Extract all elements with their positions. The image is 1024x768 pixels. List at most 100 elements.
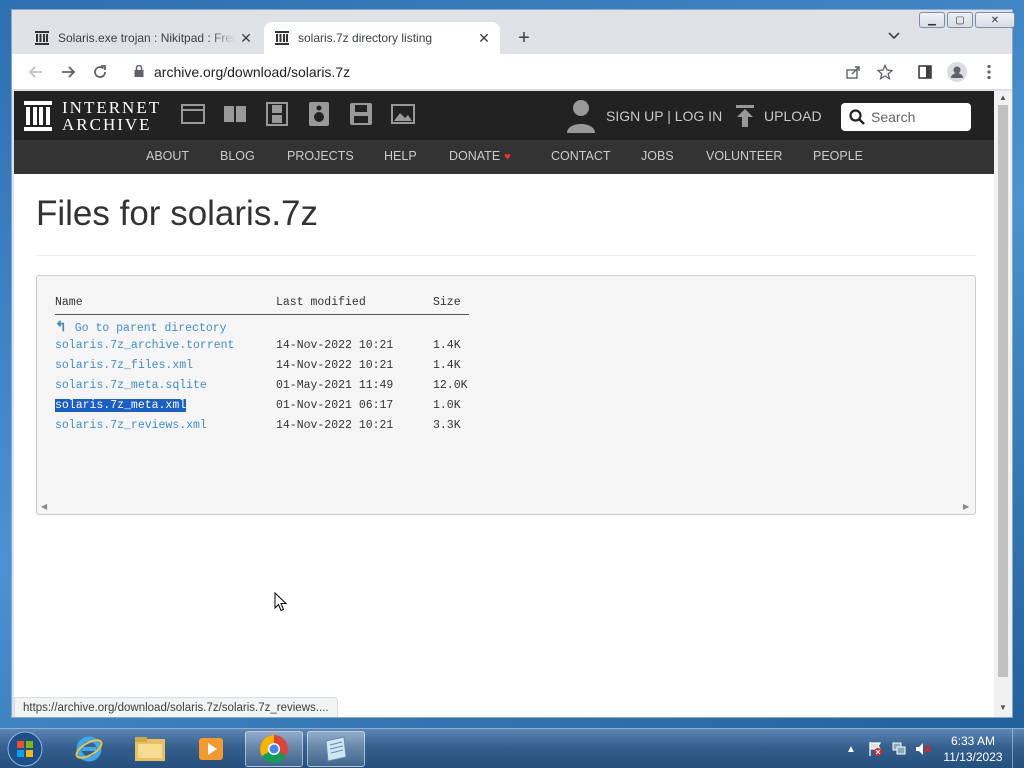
file-size: 3.3K xyxy=(433,419,461,432)
table-row: solaris.7z_meta.xml 01-Nov-2021 06:17 1.… xyxy=(55,396,469,416)
windows-orb-icon xyxy=(7,731,43,767)
show-hidden-icons-icon[interactable]: ▲ xyxy=(842,740,860,758)
back-arrow-icon[interactable] xyxy=(24,60,48,84)
scroll-down-arrow-icon[interactable]: ▼ xyxy=(998,703,1008,713)
search-input[interactable] xyxy=(871,109,966,125)
software-floppy-icon[interactable] xyxy=(348,101,374,127)
file-link-selected[interactable]: solaris.7z_meta.xml xyxy=(55,399,187,412)
nav-contact[interactable]: CONTACT xyxy=(551,149,611,163)
internet-archive-logo[interactable]: INTERNET ARCHIVE xyxy=(24,99,161,133)
file-link[interactable]: solaris.7z_reviews.xml xyxy=(55,419,207,432)
close-window-button[interactable]: ✕ xyxy=(975,12,1015,28)
folder-icon xyxy=(135,737,165,761)
taskbar-internet-explorer[interactable] xyxy=(60,731,118,767)
column-header-name[interactable]: Name xyxy=(55,294,276,315)
nav-people[interactable]: PEOPLE xyxy=(813,149,863,163)
bookmark-star-icon[interactable] xyxy=(873,60,897,84)
search-icon xyxy=(849,109,865,125)
ia-nav-bar: ABOUT BLOG PROJECTS HELP DONATE ♥ CONTACT… xyxy=(14,140,994,174)
reload-icon[interactable] xyxy=(88,60,112,84)
tab-solaris-listing[interactable]: solaris.7z directory listing ✕ xyxy=(264,22,500,54)
file-link[interactable]: solaris.7z_archive.torrent xyxy=(55,339,234,352)
profile-avatar-icon[interactable] xyxy=(945,60,969,84)
taskbar-file-explorer[interactable] xyxy=(121,731,179,767)
file-modified: 01-May-2021 11:49 xyxy=(276,379,394,392)
tab-nikitpad[interactable]: Solaris.exe trojan : Nikitpad : Free ✕ xyxy=(24,22,262,54)
nav-donate[interactable]: DONATE ♥ xyxy=(449,149,511,163)
tab-search-chevron-icon[interactable] xyxy=(884,26,904,46)
file-link[interactable]: solaris.7z_meta.sqlite xyxy=(55,379,207,392)
table-row: solaris.7z_files.xml 14-Nov-2022 10:21 1… xyxy=(55,356,469,376)
audio-speaker-icon[interactable] xyxy=(306,101,332,127)
new-tab-button[interactable]: + xyxy=(512,26,536,50)
ia-search-box[interactable] xyxy=(841,103,971,131)
media-type-icons xyxy=(180,101,432,127)
sign-in-area[interactable]: SIGN UP | LOG IN xyxy=(566,99,722,133)
scroll-left-arrow-icon[interactable]: ◀ xyxy=(41,502,47,511)
column-header-modified[interactable]: Last modified xyxy=(276,294,433,315)
scrollbar-thumb[interactable] xyxy=(998,105,1008,677)
ia-header: INTERNET ARCHIVE SIGN UP | LOG IN UPLOAD… xyxy=(14,91,994,140)
menu-kebab-icon[interactable] xyxy=(977,60,1001,84)
taskbar-chrome[interactable] xyxy=(245,731,303,767)
table-row: solaris.7z_meta.sqlite 01-May-2021 11:49… xyxy=(55,376,469,396)
tab-close-icon[interactable]: ✕ xyxy=(236,28,256,48)
nav-volunteer[interactable]: VOLUNTEER xyxy=(706,149,782,163)
archive-building-icon xyxy=(24,101,52,131)
share-icon[interactable] xyxy=(841,60,865,84)
scroll-up-arrow-icon[interactable]: ▲ xyxy=(998,93,1008,103)
upload-label: UPLOAD xyxy=(764,108,822,124)
web-icon[interactable] xyxy=(180,101,206,127)
tab-strip: Solaris.exe trojan : Nikitpad : Free ✕ s… xyxy=(12,10,1015,54)
internet-archive-favicon-icon xyxy=(274,30,290,46)
signup-login-link[interactable]: SIGN UP | LOG IN xyxy=(606,108,722,124)
vertical-scrollbar[interactable]: ▲ ▼ xyxy=(994,91,1012,717)
nav-jobs[interactable]: JOBS xyxy=(641,149,674,163)
action-center-flag-icon[interactable] xyxy=(866,740,884,758)
file-size: 1.4K xyxy=(433,359,461,372)
parent-directory-row: ↰ Go to parent directory xyxy=(55,314,469,336)
lock-icon xyxy=(134,64,144,80)
show-desktop-button[interactable] xyxy=(1012,729,1024,768)
tab-close-icon[interactable]: ✕ xyxy=(474,28,494,48)
table-row: solaris.7z_archive.torrent 14-Nov-2022 1… xyxy=(55,336,469,356)
parent-directory-link[interactable]: ↰ Go to parent directory xyxy=(55,320,227,336)
system-tray: ▲ xyxy=(842,729,938,768)
page-title: Files for solaris.7z xyxy=(36,194,319,233)
internet-explorer-icon xyxy=(75,736,103,762)
media-player-icon xyxy=(199,738,223,760)
forward-arrow-icon[interactable] xyxy=(56,60,80,84)
nav-projects[interactable]: PROJECTS xyxy=(287,149,354,163)
file-size: 1.0K xyxy=(433,399,461,412)
file-modified: 01-Nov-2021 06:17 xyxy=(276,399,394,412)
file-size: 1.4K xyxy=(433,339,461,352)
maximize-button[interactable]: ▢ xyxy=(947,12,973,28)
system-clock[interactable]: 6:33 AM 11/13/2023 xyxy=(940,733,1006,765)
taskbar-media-player[interactable] xyxy=(182,731,240,767)
nav-blog[interactable]: BLOG xyxy=(220,149,255,163)
volume-muted-icon[interactable] xyxy=(914,740,932,758)
tab-title: solaris.7z directory listing xyxy=(298,31,433,45)
status-bar-url: https://archive.org/download/solaris.7z/… xyxy=(14,697,338,717)
minimize-button[interactable]: ▁ xyxy=(919,12,945,28)
page-viewport: INTERNET ARCHIVE SIGN UP | LOG IN UPLOAD… xyxy=(14,91,994,717)
file-link[interactable]: solaris.7z_files.xml xyxy=(55,359,193,372)
address-bar[interactable]: archive.org/download/solaris.7z xyxy=(128,58,868,86)
nav-about[interactable]: ABOUT xyxy=(146,149,189,163)
column-header-size[interactable]: Size xyxy=(433,294,469,315)
upload-link[interactable]: UPLOAD xyxy=(736,105,822,127)
start-button[interactable] xyxy=(4,730,46,768)
scroll-right-arrow-icon[interactable]: ▶ xyxy=(963,502,969,511)
taskbar-notepad[interactable] xyxy=(307,731,365,767)
side-panel-icon[interactable] xyxy=(913,60,937,84)
browser-toolbar: archive.org/download/solaris.7z xyxy=(12,54,1012,90)
video-film-icon[interactable] xyxy=(264,101,290,127)
images-icon[interactable] xyxy=(390,101,416,127)
network-icon[interactable] xyxy=(890,740,908,758)
parent-directory-label: Go to parent directory xyxy=(74,321,227,335)
texts-book-icon[interactable] xyxy=(222,101,248,127)
nav-help[interactable]: HELP xyxy=(384,149,417,163)
internet-archive-favicon-icon xyxy=(34,30,50,46)
logo-text: INTERNET ARCHIVE xyxy=(62,98,162,134)
window-controls: ▁ ▢ ✕ xyxy=(917,12,1015,28)
